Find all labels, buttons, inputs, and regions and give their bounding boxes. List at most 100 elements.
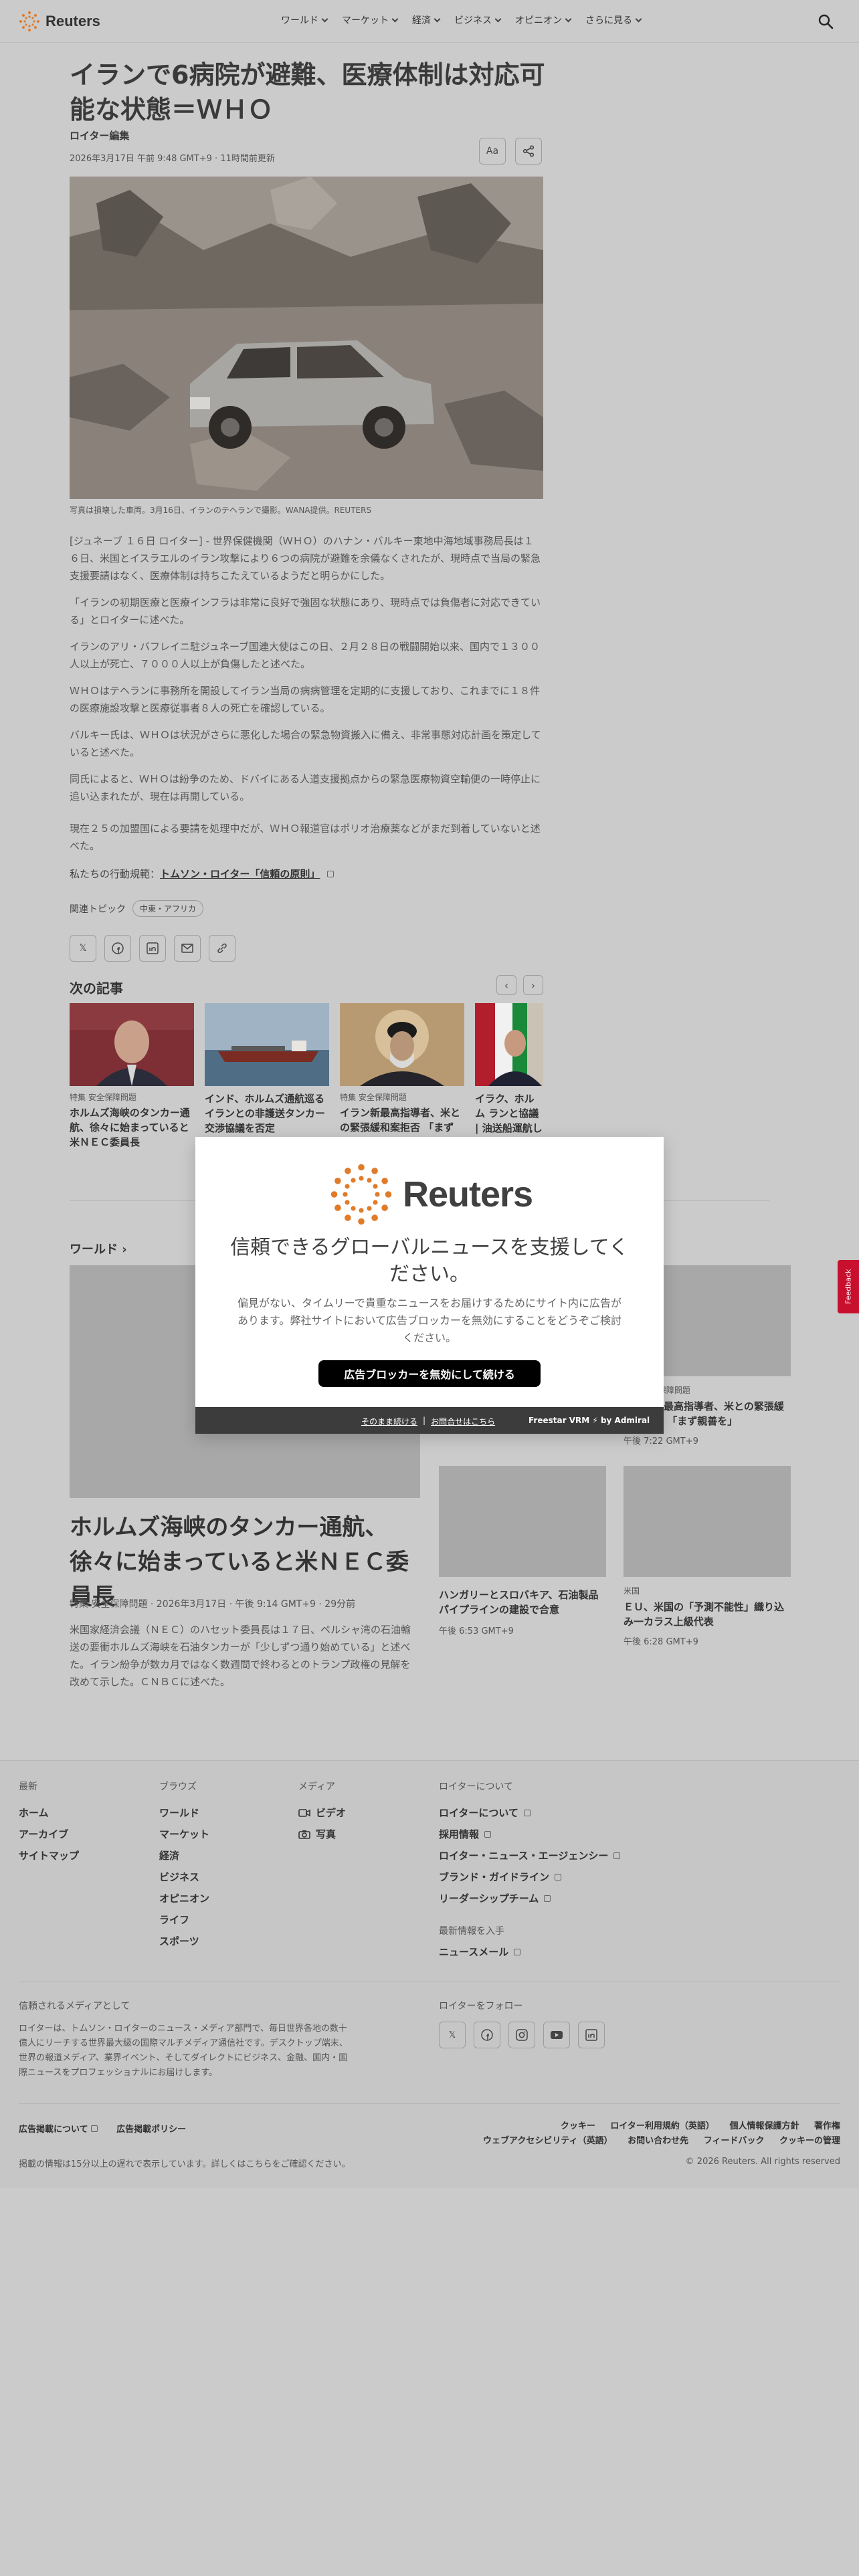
freestar-brand: Freestar VRM ⚡ by Admiral [529, 1416, 650, 1425]
trusted-text: ロイターは、トムソン・ロイターのニュース・メディア部門で、毎日世界各地の数十億人… [19, 2024, 348, 2078]
footer-link[interactable]: ライフ [159, 1909, 209, 1931]
article-paragraph: イランのアリ・バフレイニ駐ジュネーブ国連大使はこの日、２月２８日の戦闘開始以来、… [70, 641, 541, 670]
world-heading-label: ワールド [70, 1243, 118, 1257]
topics-label: 関連トピック [70, 903, 126, 915]
world-card-image[interactable] [624, 1466, 791, 1577]
footer-link[interactable]: ロイター利用規約（英語） [610, 2121, 714, 2131]
footer-link[interactable]: 写真 [298, 1824, 346, 1845]
external-link-icon [91, 2125, 98, 2132]
footer-link[interactable]: スポーツ [159, 1931, 209, 1952]
world-card-image[interactable] [439, 1466, 606, 1577]
share-button[interactable] [515, 138, 542, 165]
carousel-next-button[interactable]: › [523, 975, 543, 995]
disable-adblocker-button[interactable]: 広告ブロッカーを無効にして続ける [318, 1360, 541, 1387]
footer-link[interactable]: 広告掲載について [19, 2122, 98, 2135]
footer-link-label: ロイターについて [439, 1807, 518, 1819]
footer-link[interactable]: ビデオ [298, 1802, 346, 1824]
linkedin-social-link[interactable] [578, 2022, 605, 2048]
footer-link[interactable]: 個人情報保護方針 [729, 2121, 799, 2131]
next-article-thumbnail [340, 1003, 464, 1086]
youtube-social-link[interactable] [543, 2022, 570, 2048]
facebook-icon [481, 2029, 493, 2041]
footer-link[interactable]: サイトマップ [19, 1845, 79, 1866]
modal-logo-text: Reuters [403, 1174, 533, 1214]
article-byline[interactable]: ロイター編集 [70, 128, 129, 142]
nav-item-business[interactable]: ビジネス [454, 13, 502, 27]
nav-item-more[interactable]: さらに見る [585, 13, 642, 27]
carousel-prev-button[interactable]: ‹ [496, 975, 516, 995]
modal-text: 偏見がない、タイムリーで貴重なニュースをお届けするためにサイト内に広告があります… [237, 1297, 622, 1344]
footer-link[interactable]: 広告掲載ポリシー [116, 2122, 186, 2135]
contact-link[interactable]: お問合せはこちら [431, 1416, 495, 1427]
footer-link[interactable]: ロイター・ニュース・エージェンシー [439, 1845, 621, 1866]
world-card-headline[interactable]: ハンガリーとスロバキア、石油製品パイプラインの建設で合意 [439, 1588, 606, 1617]
email-icon [181, 944, 193, 953]
facebook-social-link[interactable] [474, 2022, 500, 2048]
nav-item-opinion[interactable]: オピニオン [515, 13, 572, 27]
footer-link[interactable]: お問い合わせ先 [628, 2136, 688, 2146]
text-size-button[interactable]: Aa [479, 138, 506, 165]
nav-item-markets[interactable]: マーケット [342, 13, 399, 27]
footer-link[interactable]: リーダーシップチーム [439, 1888, 620, 1909]
modal-logo: Reuters [329, 1162, 533, 1226]
nav-item-economy[interactable]: 経済 [412, 13, 441, 27]
footer-link[interactable]: クッキー [561, 2121, 595, 2131]
footer-link[interactable]: 採用情報 [439, 1824, 620, 1845]
footer-divider [19, 1981, 840, 1982]
footer-column-heading: ロイターについて [439, 1782, 514, 1792]
nav-label: さらに見る [585, 15, 632, 26]
continue-anyway-link[interactable]: そのまま続ける [361, 1416, 417, 1427]
principles-link[interactable]: トムソン・ロイター「信頼の原則」 [160, 868, 320, 880]
search-icon[interactable] [816, 12, 835, 31]
world-section-heading[interactable]: ワールド › [70, 1240, 127, 1257]
share-email-button[interactable] [174, 935, 201, 962]
footer-link[interactable]: オピニオン [159, 1888, 209, 1909]
site-header: Reuters ワールド マーケット 経済 ビジネス オピニオン さらに見る [0, 0, 859, 43]
next-article-card[interactable]: イラク、ホルム ランと協議 | 油送船運航し [475, 1003, 543, 1150]
x-social-link[interactable]: 𝕏 [439, 2022, 466, 2048]
footer-link[interactable]: アーカイブ [19, 1824, 79, 1845]
nav-item-world[interactable]: ワールド [281, 13, 328, 27]
world-card-headline[interactable]: ＥＵ、米国の「予測不能性」織り込み一カラス上級代表 [624, 1600, 791, 1629]
main-nav: ワールド マーケット 経済 ビジネス オピニオン さらに見る [281, 13, 642, 27]
damaged-car-photo [70, 177, 543, 499]
next-article-card[interactable]: インド、ホルムズ通航巡るイランとの非護送タンカー交渉協議を否定 [205, 1003, 329, 1150]
chevron-right-icon: › [531, 978, 536, 992]
footer-link[interactable]: フィードバック [704, 2136, 765, 2146]
next-article-kicker: 特集 安全保障問題 [70, 1093, 136, 1102]
footer-link[interactable]: ビジネス [159, 1866, 209, 1888]
external-link-icon [484, 1831, 492, 1838]
footer-link-label: 広告掲載について [19, 2125, 88, 2135]
footer-link-label: オピニオン [159, 1893, 210, 1905]
footer-link[interactable]: マーケット [159, 1824, 209, 1845]
footer-link[interactable]: クッキーの管理 [779, 2136, 840, 2146]
portrait-photo [70, 1003, 194, 1086]
chevron-down-icon [434, 15, 441, 22]
footer-link[interactable]: ニュースメール [439, 1941, 620, 1963]
footer-link-label: リーダーシップチーム [439, 1893, 539, 1905]
article-paragraph: 「イランの初期医療と医療インフラは非常に良好で強固な状態にあり、現時点では負傷者… [70, 597, 541, 626]
footer-link[interactable]: ロイターについて [439, 1802, 620, 1824]
footer-link[interactable]: ウェブアクセシビリティ（英語） [483, 2136, 613, 2146]
footer-link[interactable]: 経済 [159, 1845, 209, 1866]
share-x-button[interactable]: 𝕏 [70, 935, 96, 962]
video-icon [298, 1809, 310, 1817]
footer-link[interactable]: ブランド・ガイドライン [439, 1866, 620, 1888]
external-link-icon [613, 1852, 621, 1859]
footer-link-label: ホーム [19, 1807, 49, 1819]
next-article-card[interactable]: 特集 安全保障問題 ホルムズ海峡のタンカー通航、徐々に始まっていると米ＮＥＣ委員… [70, 1003, 194, 1164]
reuters-logo[interactable]: Reuters [19, 9, 100, 33]
footer-divider [19, 2103, 840, 2104]
topic-chip[interactable]: 中東・アフリカ [132, 900, 204, 917]
share-facebook-button[interactable] [104, 935, 131, 962]
footer-link[interactable]: 著作権 [814, 2121, 840, 2131]
footer-link[interactable]: ワールド [159, 1802, 209, 1824]
share-linkedin-button[interactable] [139, 935, 166, 962]
world-lead-description: 米国家経済会議（ＮＥＣ）のハセット委員長は１７日、ペルシャ湾の石油輸送の要衝ホル… [70, 1624, 411, 1688]
link-icon [217, 943, 227, 954]
footer-link[interactable]: ホーム [19, 1802, 79, 1824]
feedback-tab[interactable]: Feedback [838, 1260, 859, 1313]
article-paragraph: 現在２５の加盟国による要請を処理中だが、ＷＨＯ報道官はポリオ治療薬などがまだ到着… [70, 823, 541, 852]
copy-link-button[interactable] [209, 935, 235, 962]
instagram-social-link[interactable] [508, 2022, 535, 2048]
